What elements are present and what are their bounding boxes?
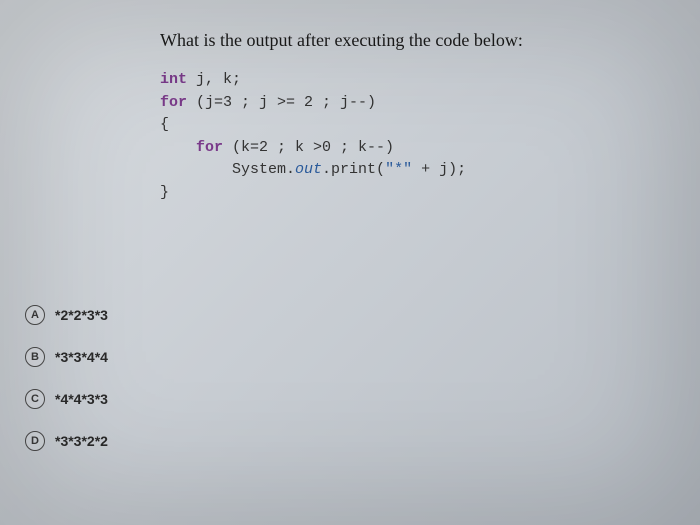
keyword-for: for bbox=[196, 139, 223, 156]
answer-text: *2*2*3*3 bbox=[55, 307, 108, 323]
code-text: (k=2 ; k >0 ; k--) bbox=[223, 139, 394, 156]
question-title: What is the output after executing the c… bbox=[160, 30, 670, 51]
answer-option-b[interactable]: B *3*3*4*4 bbox=[25, 347, 108, 367]
radio-letter: B bbox=[25, 347, 45, 367]
answer-text: *3*3*2*2 bbox=[55, 433, 108, 449]
answer-options: A *2*2*3*3 B *3*3*4*4 C *4*4*3*3 D *3*3*… bbox=[25, 305, 108, 473]
code-line-2: for (j=3 ; j >= 2 ; j--) bbox=[160, 92, 670, 115]
code-text: .print( bbox=[322, 161, 385, 178]
keyword-for: for bbox=[160, 94, 187, 111]
code-text: System. bbox=[160, 161, 295, 178]
code-line-4: for (k=2 ; k >0 ; k--) bbox=[160, 137, 670, 160]
question-area: What is the output after executing the c… bbox=[160, 30, 670, 204]
answer-option-d[interactable]: D *3*3*2*2 bbox=[25, 431, 108, 451]
answer-option-a[interactable]: A *2*2*3*3 bbox=[25, 305, 108, 325]
code-block: int j, k; for (j=3 ; j >= 2 ; j--) { for… bbox=[160, 69, 670, 204]
code-line-1: int j, k; bbox=[160, 69, 670, 92]
code-text: + j); bbox=[412, 161, 466, 178]
field-out: out bbox=[295, 161, 322, 178]
string-literal: "*" bbox=[385, 161, 412, 178]
code-text: j, k; bbox=[187, 71, 241, 88]
radio-letter: A bbox=[25, 305, 45, 325]
code-line-3: { bbox=[160, 114, 670, 137]
answer-text: *4*4*3*3 bbox=[55, 391, 108, 407]
answer-text: *3*3*4*4 bbox=[55, 349, 108, 365]
code-line-5: System.out.print("*" + j); bbox=[160, 159, 670, 182]
code-line-6: } bbox=[160, 182, 670, 205]
radio-letter: C bbox=[25, 389, 45, 409]
keyword-int: int bbox=[160, 71, 187, 88]
answer-option-c[interactable]: C *4*4*3*3 bbox=[25, 389, 108, 409]
radio-letter: D bbox=[25, 431, 45, 451]
code-text: (j=3 ; j >= 2 ; j--) bbox=[187, 94, 376, 111]
